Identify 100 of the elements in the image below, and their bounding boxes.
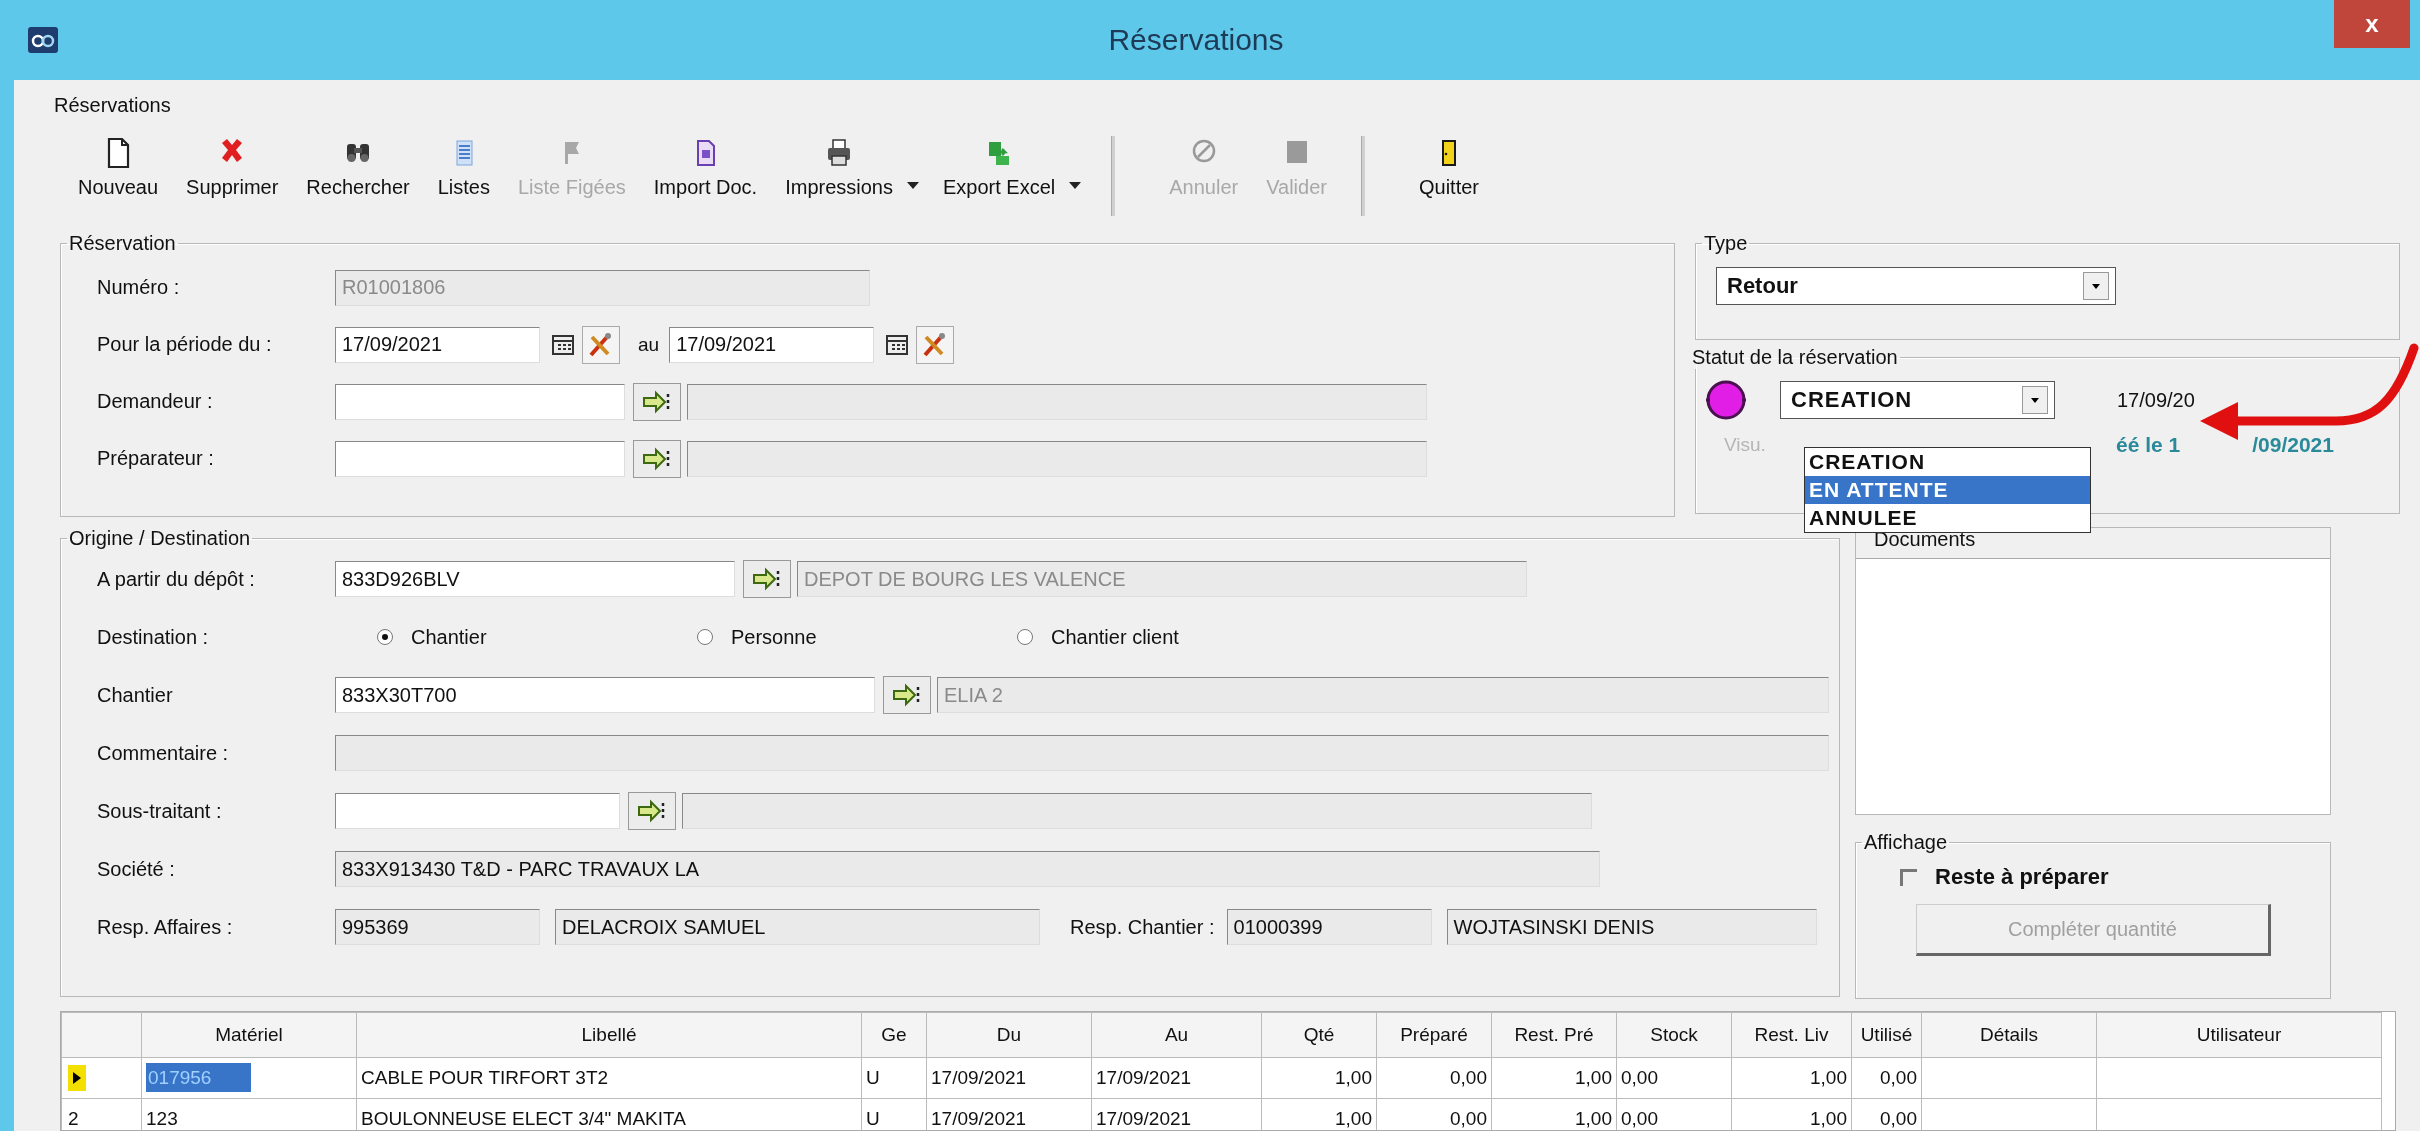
column-header[interactable]: Qté xyxy=(1261,1012,1377,1058)
table-cell: 017956 xyxy=(146,1063,252,1092)
tools-button[interactable] xyxy=(582,325,620,364)
company-field: 833X913430 T&D - PARC TRAVAUX LA xyxy=(335,851,1600,887)
radio-option[interactable]: Personne xyxy=(697,625,1017,649)
table-cell: 123 xyxy=(146,1108,178,1129)
row-number: 2 xyxy=(68,1108,79,1129)
field-label: Sous-traitant : xyxy=(97,799,223,823)
column-header[interactable]: Détails xyxy=(1921,1012,2097,1058)
table-cell: 1,00 xyxy=(1575,1067,1612,1088)
status-dropdown[interactable]: CREATION xyxy=(1780,381,2055,419)
group-title: Type xyxy=(1703,232,1749,255)
toolbar-button[interactable]: Impressions xyxy=(771,130,907,203)
column-header[interactable]: Au xyxy=(1091,1012,1262,1058)
dropdown-caret-icon[interactable] xyxy=(1069,182,1082,190)
type-dropdown[interactable]: Retour xyxy=(1716,267,2116,305)
arrow-icon xyxy=(892,683,922,707)
table-cell: 17/09/2021 xyxy=(1096,1067,1192,1088)
column-header[interactable]: Libellé xyxy=(356,1012,862,1058)
date-field[interactable]: 17/09/2021 xyxy=(669,326,875,363)
field-label: au xyxy=(638,333,660,356)
table-cell: U xyxy=(866,1108,880,1129)
field-label: Préparateur : xyxy=(97,447,215,470)
column-header[interactable]: Utilisateur xyxy=(2096,1012,2382,1058)
toolbar-button[interactable]: Supprimer xyxy=(172,130,293,203)
lookup-button[interactable] xyxy=(633,439,681,478)
table-cell: 17/09/2021 xyxy=(1096,1108,1192,1129)
group-title: Statut de la réservation xyxy=(1691,346,1899,369)
date-field[interactable]: 17/09/2021 xyxy=(335,326,540,363)
calendar-icon[interactable] xyxy=(552,334,574,355)
close-button[interactable]: x xyxy=(2334,0,2410,48)
lookup-button[interactable] xyxy=(628,792,676,830)
lookup-button[interactable] xyxy=(633,382,681,421)
code-field: 01000399 xyxy=(1226,909,1432,945)
input-field[interactable]: 833D926BLV xyxy=(335,561,735,597)
column-header[interactable]: Stock xyxy=(1616,1012,1732,1058)
table-cell: 1,00 xyxy=(1810,1108,1847,1129)
arrow-icon xyxy=(642,446,672,471)
menu-item[interactable]: Réservations xyxy=(54,93,171,117)
calendar-icon[interactable] xyxy=(886,334,909,355)
table-cell: U xyxy=(866,1067,880,1088)
field-label: Demandeur : xyxy=(97,390,214,413)
checkbox[interactable]: Reste à préparer xyxy=(1900,864,2320,890)
column-header[interactable]: Du xyxy=(926,1012,1092,1058)
table-cell: 0,00 xyxy=(1621,1067,1658,1088)
comment-field[interactable] xyxy=(335,735,1829,771)
table-cell: 0,00 xyxy=(1450,1067,1487,1088)
field-label: Numéro : xyxy=(97,276,181,299)
input-field[interactable] xyxy=(335,440,625,477)
toolbar-button[interactable]: Import Doc. xyxy=(639,130,772,203)
table-cell: 0,00 xyxy=(1880,1067,1917,1088)
field-label: Resp. Affaires : xyxy=(97,915,234,939)
table-cell: CABLE POUR TIRFORT 3T2 xyxy=(361,1067,609,1088)
field-label: Resp. Chantier : xyxy=(1070,915,1215,939)
field-label: Destination : xyxy=(97,625,210,649)
caret-icon xyxy=(2031,397,2039,403)
field-label: Pour la période du : xyxy=(97,333,273,356)
input-field[interactable] xyxy=(335,383,625,420)
arrow-icon xyxy=(752,567,782,591)
column-header[interactable]: Rest. Liv xyxy=(1731,1012,1852,1058)
tools-button[interactable] xyxy=(916,325,955,364)
visu-label: Visu. xyxy=(1724,434,1767,456)
toolbar-button[interactable]: Quitter xyxy=(1404,130,1493,203)
arrow-icon xyxy=(637,799,667,823)
lookup-button[interactable] xyxy=(743,560,791,598)
table-cell: 1,00 xyxy=(1575,1108,1612,1129)
field-label: Société : xyxy=(97,857,176,881)
name-field: WOJTASINSKI DENIS xyxy=(1446,909,1817,945)
dropdown-option[interactable]: EN ATTENTE xyxy=(1805,476,2090,504)
dropdown-caret-icon[interactable] xyxy=(907,182,919,190)
toolbar-button[interactable]: Nouveau xyxy=(64,130,173,203)
table-cell: 0,00 xyxy=(1621,1108,1658,1129)
field-label: A partir du dépôt : xyxy=(97,567,256,591)
toolbar-button[interactable]: Rechercher xyxy=(292,130,424,203)
group-title: Affichage xyxy=(1863,831,1949,854)
table-cell: 1,00 xyxy=(1335,1067,1372,1088)
caret-icon xyxy=(2092,283,2100,289)
column-header[interactable]: Préparé xyxy=(1376,1012,1492,1058)
column-header[interactable]: Rest. Pré xyxy=(1491,1012,1617,1058)
column-header[interactable]: Utilisé xyxy=(1851,1012,1922,1058)
toolbar-button[interactable]: Export Excel xyxy=(929,130,1070,203)
input-field[interactable] xyxy=(335,793,620,829)
group-title: Réservation xyxy=(68,232,177,255)
dropdown-option[interactable]: CREATION xyxy=(1805,448,2090,476)
table-cell: 0,00 xyxy=(1880,1108,1917,1129)
name-field: ELIA 2 xyxy=(937,677,1829,713)
table-cell: 17/09/2021 xyxy=(931,1067,1027,1088)
lookup-button[interactable] xyxy=(883,676,931,714)
table-cell: 1,00 xyxy=(1335,1108,1372,1129)
input-field[interactable]: 833X30T700 xyxy=(335,677,875,713)
group-title: Origine / Destination xyxy=(68,527,252,550)
column-header[interactable]: Matériel xyxy=(141,1012,357,1058)
name-field: DEPOT DE BOURG LES VALENCE xyxy=(797,561,1527,597)
toolbar-button[interactable]: Listes xyxy=(423,130,504,203)
table-cell: 1,00 xyxy=(1810,1067,1847,1088)
status-date: 17/09/20 xyxy=(2117,388,2195,412)
column-header[interactable]: Ge xyxy=(861,1012,927,1058)
radio-option[interactable]: Chantier client xyxy=(1017,625,1337,649)
name-field: DELACROIX SAMUEL xyxy=(555,909,1040,945)
radio-option[interactable]: Chantier xyxy=(377,625,697,649)
